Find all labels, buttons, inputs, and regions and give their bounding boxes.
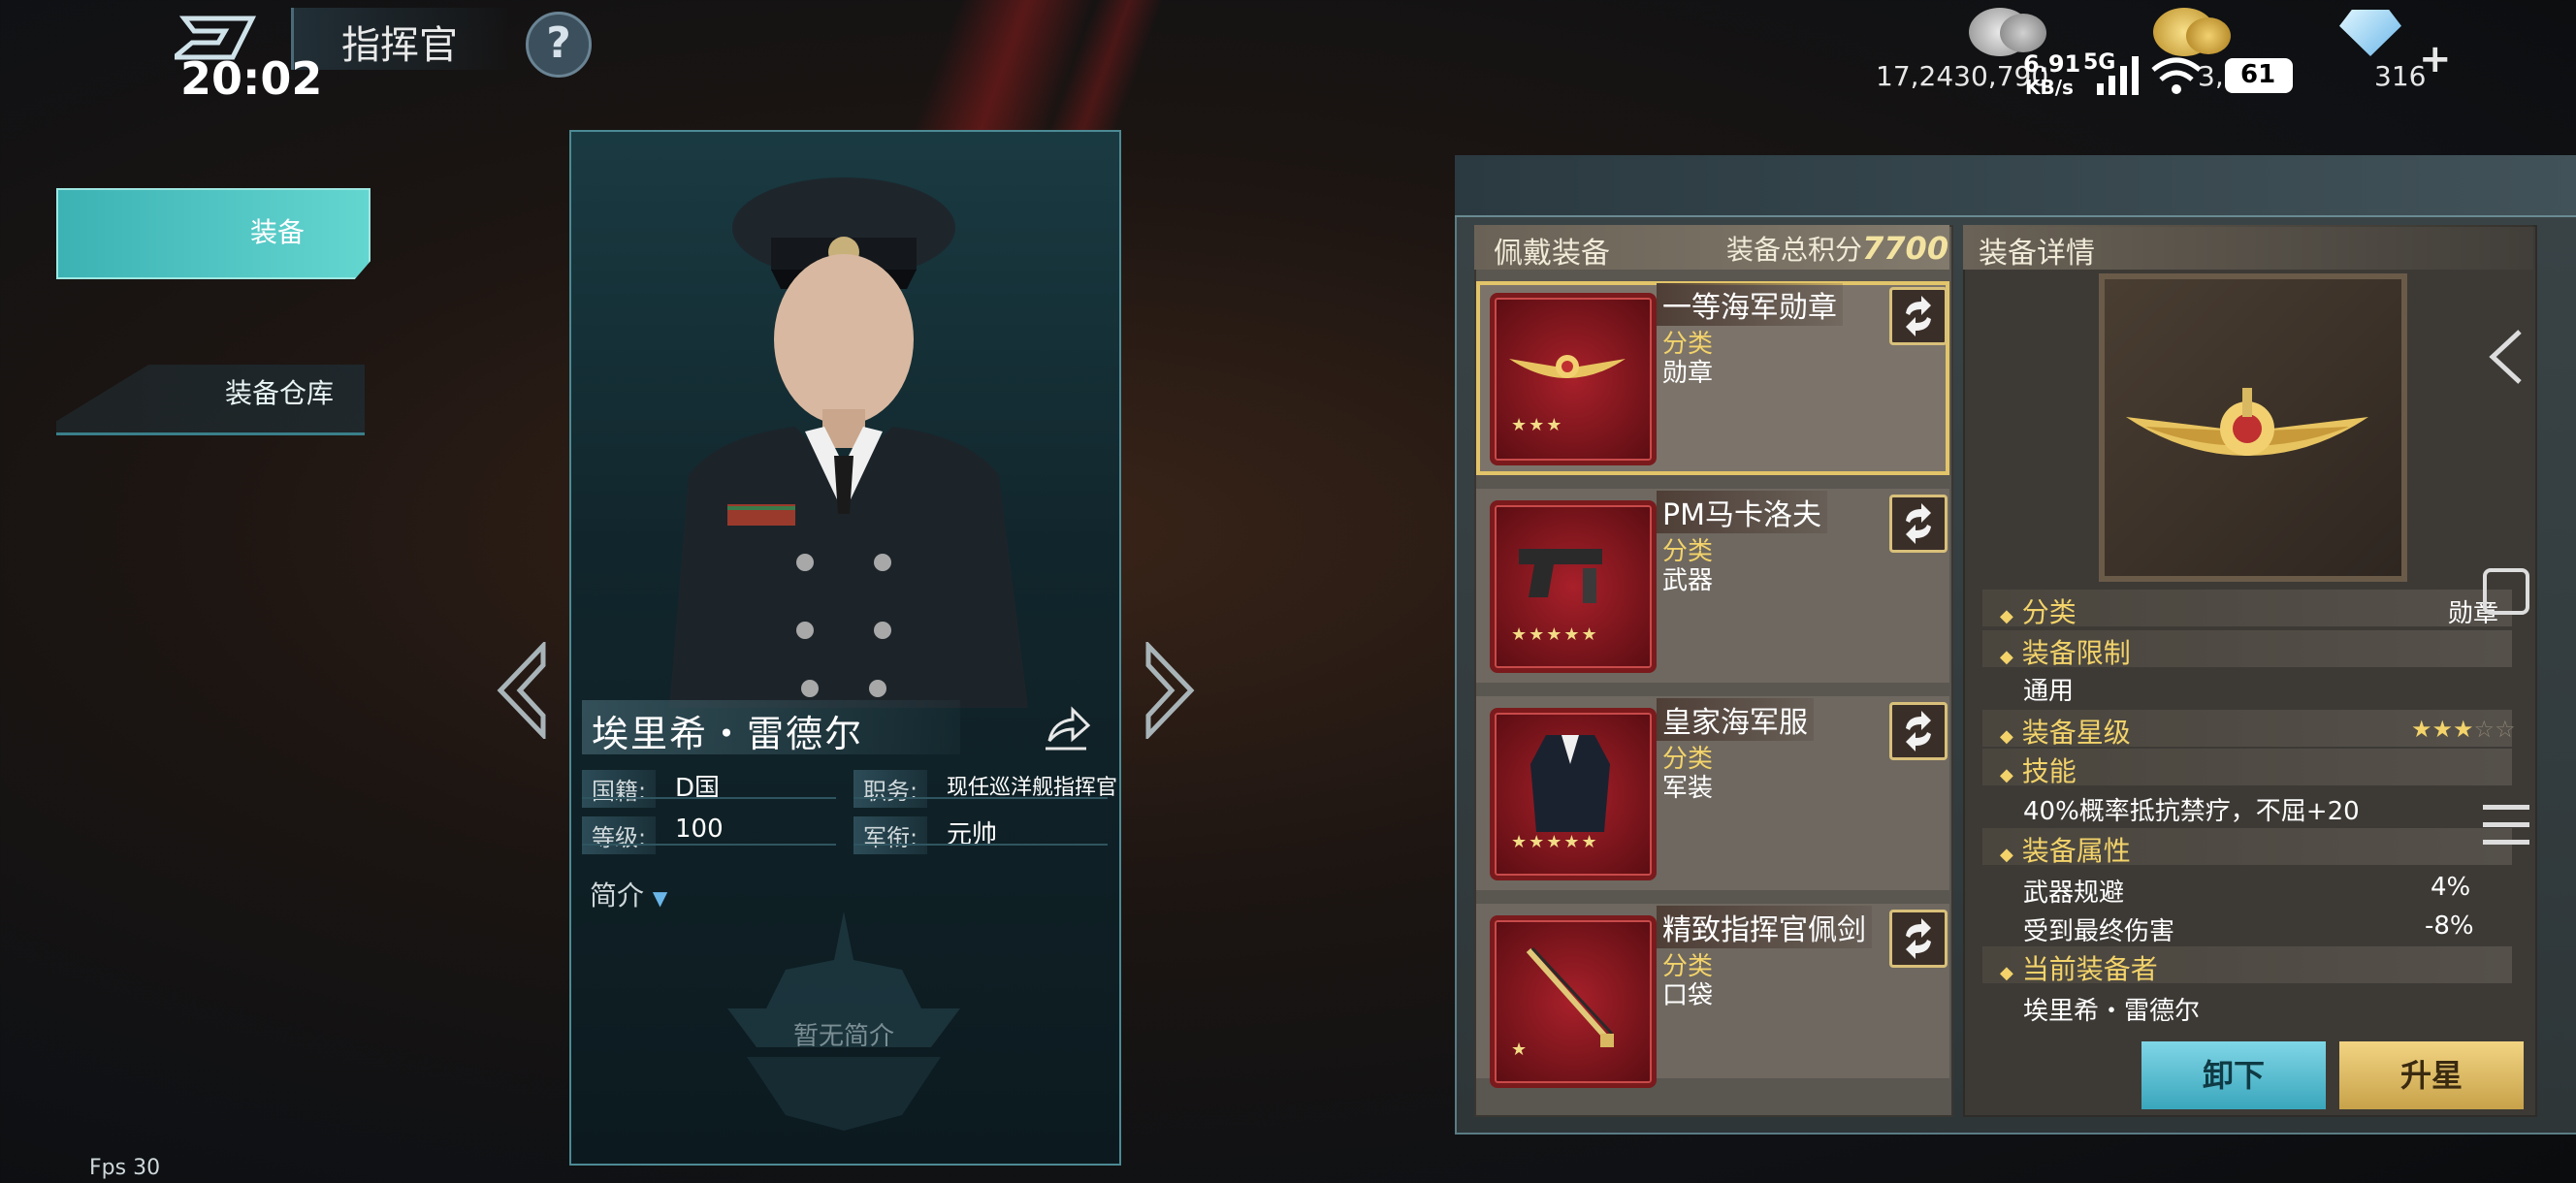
rank-label: 军衔: <box>853 816 928 854</box>
sword-icon <box>1526 946 1614 1047</box>
attr-label-text: 装备属性 <box>2021 835 2131 867</box>
limit-section-label: ◆ 装备限制 <box>2000 632 2131 671</box>
add-gems-button[interactable]: + <box>2419 37 2452 81</box>
diamond-icon: ◆ <box>2000 845 2013 865</box>
gold-coin-icon <box>2186 17 2231 54</box>
uniform-icon <box>1530 735 1610 832</box>
commander-portrait <box>669 177 1028 708</box>
score-label-text: 装备总积分 <box>1726 234 1863 266</box>
item-name: PM马卡洛夫 <box>1657 491 1827 533</box>
fps-counter: Fps 30 <box>89 1156 161 1180</box>
next-commander-arrow-icon[interactable] <box>1141 642 1199 739</box>
wifi-icon <box>2151 57 2202 94</box>
attr-section-label: ◆ 装备属性 <box>2000 830 2131 869</box>
star-level: ★★★☆☆ <box>2411 716 2516 743</box>
prev-commander-arrow-icon[interactable] <box>493 642 551 739</box>
star-rating: ★★★★★ <box>1511 624 1599 645</box>
commander-name: 埃里希・雷德尔 <box>592 713 864 755</box>
medal-icon <box>2126 388 2368 456</box>
score-value: 7700 <box>1862 230 1949 267</box>
category-value: 武器 <box>1662 566 1714 595</box>
star-rating: ★★★★★ <box>1511 832 1599 852</box>
divider <box>853 844 1108 846</box>
swap-icon <box>1906 918 1931 959</box>
nav-equipment[interactable] <box>56 188 370 279</box>
share-icon[interactable] <box>1040 702 1092 754</box>
divider <box>582 844 836 846</box>
panel-header <box>1455 155 2576 217</box>
home-nav-icon[interactable] <box>2483 568 2529 615</box>
intro-toggle[interactable]: 简介 ▼ <box>590 875 667 913</box>
attr-value: -8% <box>2425 911 2474 941</box>
limit-value: 通用 <box>2023 677 2075 706</box>
detail-title: 装备详情 <box>1979 237 2095 271</box>
nav-warehouse-label: 装备仓库 <box>225 377 335 409</box>
back-nav-icon[interactable] <box>2487 328 2526 386</box>
help-button[interactable]: ? <box>526 12 592 78</box>
diamond-icon: ◆ <box>2000 606 2013 626</box>
level-label: 等级: <box>582 816 657 854</box>
battery-level: 61 <box>2240 60 2276 89</box>
limit-label-text: 装备限制 <box>2021 637 2131 669</box>
wearer-section-label: ◆ 当前装备者 <box>2000 948 2158 987</box>
nationality-label: 国籍: <box>582 770 657 808</box>
attr-name: 受到最终伤害 <box>2023 917 2175 946</box>
attr-name: 武器规避 <box>2023 879 2125 908</box>
swap-button[interactable] <box>1889 702 1948 760</box>
skill-label-text: 技能 <box>2021 755 2077 787</box>
equipped-list-title: 佩戴装备 <box>1494 237 1610 271</box>
pistol-icon <box>1519 549 1602 603</box>
network-speed: 6.91 <box>2023 50 2081 78</box>
category-label-text: 分类 <box>2021 596 2077 628</box>
item-name: 一等海军勋章 <box>1657 283 1843 326</box>
unequip-button[interactable]: 卸下 <box>2141 1041 2326 1109</box>
skill-section-label: ◆ 技能 <box>2000 751 2077 789</box>
status-clock: 20:02 <box>180 52 323 105</box>
wearer-value: 埃里希・雷德尔 <box>2023 997 2201 1026</box>
category-value: 口袋 <box>1662 981 1714 1010</box>
network-unit: KB/s <box>2025 76 2074 99</box>
nav-equipment-label: 装备 <box>250 216 306 248</box>
swap-icon <box>1906 503 1931 544</box>
category-section-label: ◆ 分类 <box>2000 592 2077 630</box>
swap-icon <box>1906 296 1931 336</box>
intro-label: 简介 <box>590 879 645 911</box>
item-name: 皇家海军服 <box>1657 698 1814 741</box>
medal-icon <box>1509 355 1626 378</box>
diamond-icon: ◆ <box>2000 726 2013 747</box>
star-label-text: 装备星级 <box>2021 717 2131 749</box>
divider <box>853 797 1108 799</box>
item-name: 精致指挥官佩剑 <box>1657 906 1872 948</box>
silver-coin-icon <box>2000 14 2046 52</box>
upgrade-star-button[interactable]: 升星 <box>2339 1041 2524 1109</box>
divider <box>582 797 836 799</box>
gem-icon <box>2339 10 2401 56</box>
category-value: 军装 <box>1662 774 1714 803</box>
position-label: 职务: <box>853 770 928 808</box>
signal-icon <box>2097 56 2139 95</box>
diamond-icon: ◆ <box>2000 765 2013 785</box>
swap-button[interactable] <box>1889 495 1948 553</box>
no-intro-text: 暂无简介 <box>793 1022 895 1051</box>
level-value: 100 <box>675 815 724 844</box>
star-rating: ★★★ <box>1511 415 1564 435</box>
score-label: 装备总积分7700 <box>1726 229 1948 268</box>
swap-button[interactable] <box>1889 287 1948 345</box>
diamond-icon: ◆ <box>2000 647 2013 667</box>
menu-nav-icon[interactable] <box>2483 801 2529 849</box>
page-title: 指挥官 <box>341 23 458 68</box>
chevron-down-icon: ▼ <box>652 886 668 910</box>
swap-button[interactable] <box>1889 910 1948 968</box>
star-rating: ★ <box>1511 1039 1530 1060</box>
skill-value: 40%概率抵抗禁疗，不屈+20 <box>2023 797 2360 826</box>
attr-value: 4% <box>2431 873 2471 902</box>
wearer-label-text: 当前装备者 <box>2021 953 2158 985</box>
diamond-icon: ◆ <box>2000 963 2013 983</box>
category-value: 勋章 <box>1662 359 1714 388</box>
star-section-label: ◆ 装备星级 <box>2000 712 2131 751</box>
swap-icon <box>1906 711 1931 751</box>
